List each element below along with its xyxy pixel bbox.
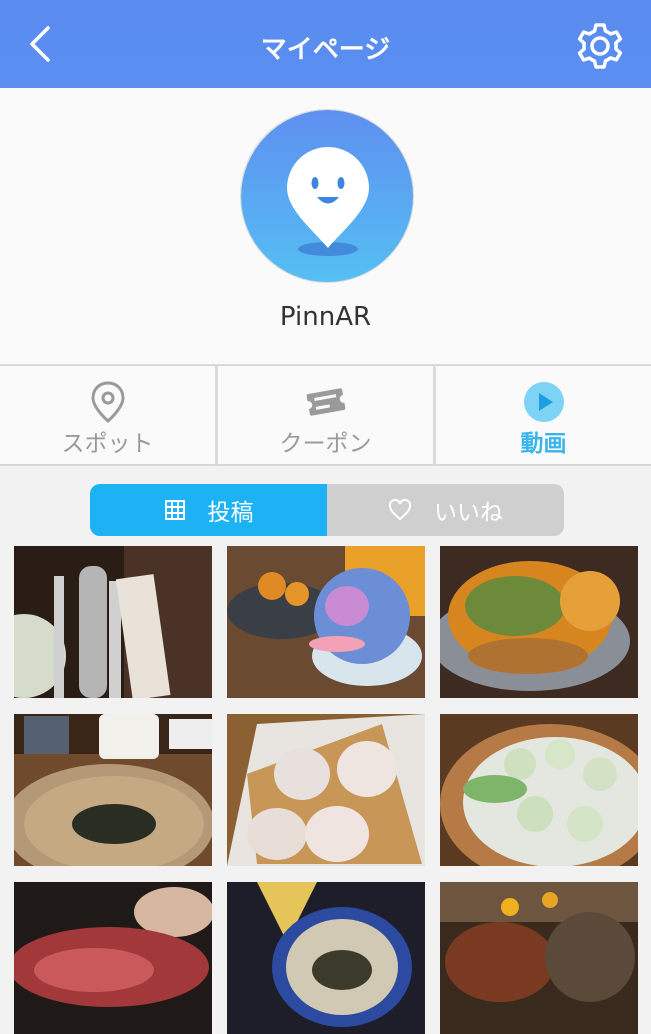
posts-toggle[interactable]: 投稿 [90,484,327,536]
photo-zaru-soba[interactable] [14,714,212,866]
food-photo [14,714,212,866]
gear-icon [577,23,623,69]
photo-noodle-bowl[interactable] [227,882,425,1034]
photo-shaved-ice-dessert[interactable] [227,546,425,698]
page-title: マイページ [260,35,391,65]
play-icon [523,382,564,422]
photo-xiaolongbao-plate[interactable] [227,714,425,866]
app-header: マイページ [0,0,651,88]
location-pin-icon [90,381,125,423]
food-photo [14,546,212,698]
photo-pumpkin-dish[interactable] [440,546,638,698]
tab-coupon-label: クーポン [279,431,372,457]
profile-tabs: スポット クーポン 動画 [0,364,651,466]
username: PinnAR [279,302,372,332]
ticket-icon [303,388,348,416]
food-photo [14,882,212,1034]
posts-toggle-label: 投稿 [207,500,254,526]
photo-steamer-dumplings[interactable] [440,714,638,866]
tab-video[interactable]: 動画 [436,365,651,465]
food-photo [440,546,638,698]
photo-flower-arrangement[interactable] [440,882,638,1034]
likes-toggle-label: いいね [434,500,503,526]
tab-coupon[interactable]: クーポン [218,365,433,465]
tab-video-label: 動画 [520,431,567,457]
food-photo [227,882,425,1034]
posts-likes-toggle: 投稿 いいね [90,484,564,536]
likes-toggle[interactable]: いいね [327,484,564,536]
food-photo [440,882,638,1034]
food-photo [440,714,638,866]
food-photo [227,714,425,866]
grid-icon [164,500,185,520]
food-photo [227,546,425,698]
photo-soba-dish[interactable] [14,546,212,698]
avatar[interactable] [240,109,414,283]
profile-section: PinnAR [0,88,651,364]
settings-button[interactable] [572,18,628,74]
back-button[interactable] [20,22,60,66]
photo-grid [14,546,638,1034]
chevron-left-icon [30,26,50,62]
tab-spot[interactable]: スポット [0,365,215,465]
heart-icon [388,499,412,521]
pinnar-mascot-icon [241,110,413,282]
tab-spot-label: スポット [61,431,154,457]
photo-pizza[interactable] [14,882,212,1034]
